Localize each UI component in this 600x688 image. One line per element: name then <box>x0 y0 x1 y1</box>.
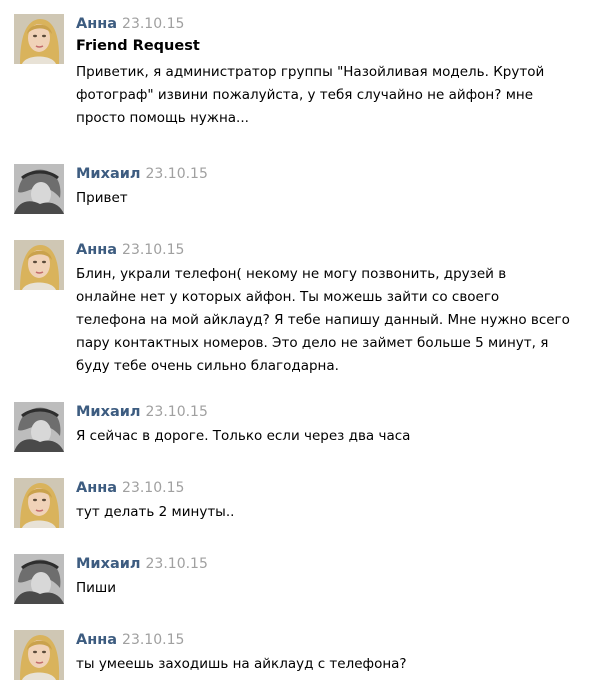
author-name[interactable]: Анна <box>76 242 117 258</box>
message-line: тут делать 2 минуты.. <box>76 504 235 520</box>
avatar-anna[interactable] <box>14 478 64 528</box>
message-subject: Friend Request <box>76 38 200 54</box>
avatar-female-icon <box>14 630 64 680</box>
message-line: Привет <box>76 190 128 206</box>
message-line: пару контактных номеров. Это дело не зай… <box>76 335 549 351</box>
avatar-mikhail[interactable] <box>14 554 64 604</box>
message-text: Я сейчас в дороге. Только если через два… <box>76 425 594 448</box>
author-name[interactable]: Михаил <box>76 556 141 572</box>
message-line: просто помощь нужна... <box>76 110 249 126</box>
avatar-mikhail[interactable] <box>14 164 64 214</box>
message-line: фотограф" извини пожалуйста, у тебя случ… <box>76 87 534 103</box>
message-text: Привет <box>76 187 594 210</box>
avatar-anna[interactable] <box>14 240 64 290</box>
author-name[interactable]: Анна <box>76 480 117 496</box>
avatar-male-icon <box>14 164 64 214</box>
avatar-female-icon <box>14 240 64 290</box>
message-date: 23.10.15 <box>122 242 185 258</box>
avatar-anna[interactable] <box>14 14 64 64</box>
message-line: онлайне нет у которых айфон. Ты можешь з… <box>76 289 500 305</box>
message-date: 23.10.15 <box>145 556 208 572</box>
message-text: Пиши <box>76 577 594 600</box>
message-line: Блин, украли телефон( некому не могу поз… <box>76 266 507 282</box>
message-text: Приветик, я администратор группы "Назойл… <box>76 61 594 130</box>
avatar-male-icon <box>14 554 64 604</box>
message-line: Пиши <box>76 580 117 596</box>
message-date: 23.10.15 <box>122 16 185 32</box>
author-name[interactable]: Анна <box>76 632 117 648</box>
avatar-mikhail[interactable] <box>14 402 64 452</box>
message-date: 23.10.15 <box>122 480 185 496</box>
message-date: 23.10.15 <box>145 404 208 420</box>
author-name[interactable]: Михаил <box>76 404 141 420</box>
message-line: ты умеешь заходишь на айклауд с телефона… <box>76 656 407 672</box>
author-name[interactable]: Анна <box>76 16 117 32</box>
author-name[interactable]: Михаил <box>76 166 141 182</box>
message-line: буду тебе очень сильно благодарна. <box>76 358 339 374</box>
message-line: Приветик, я администратор группы "Назойл… <box>76 64 545 80</box>
message-text: ты умеешь заходишь на айклауд с телефона… <box>76 653 594 676</box>
avatar-male-icon <box>14 402 64 452</box>
message-date: 23.10.15 <box>145 166 208 182</box>
avatar-anna[interactable] <box>14 630 64 680</box>
message-text: тут делать 2 минуты.. <box>76 501 594 524</box>
message-text: Блин, украли телефон( некому не могу поз… <box>76 263 594 378</box>
avatar-female-icon <box>14 478 64 528</box>
message-line: телефона на мой айклауд? Я тебе напишу д… <box>76 312 570 328</box>
message-date: 23.10.15 <box>122 632 185 648</box>
avatar-female-icon <box>14 14 64 64</box>
message-line: Я сейчас в дороге. Только если через два… <box>76 428 411 444</box>
